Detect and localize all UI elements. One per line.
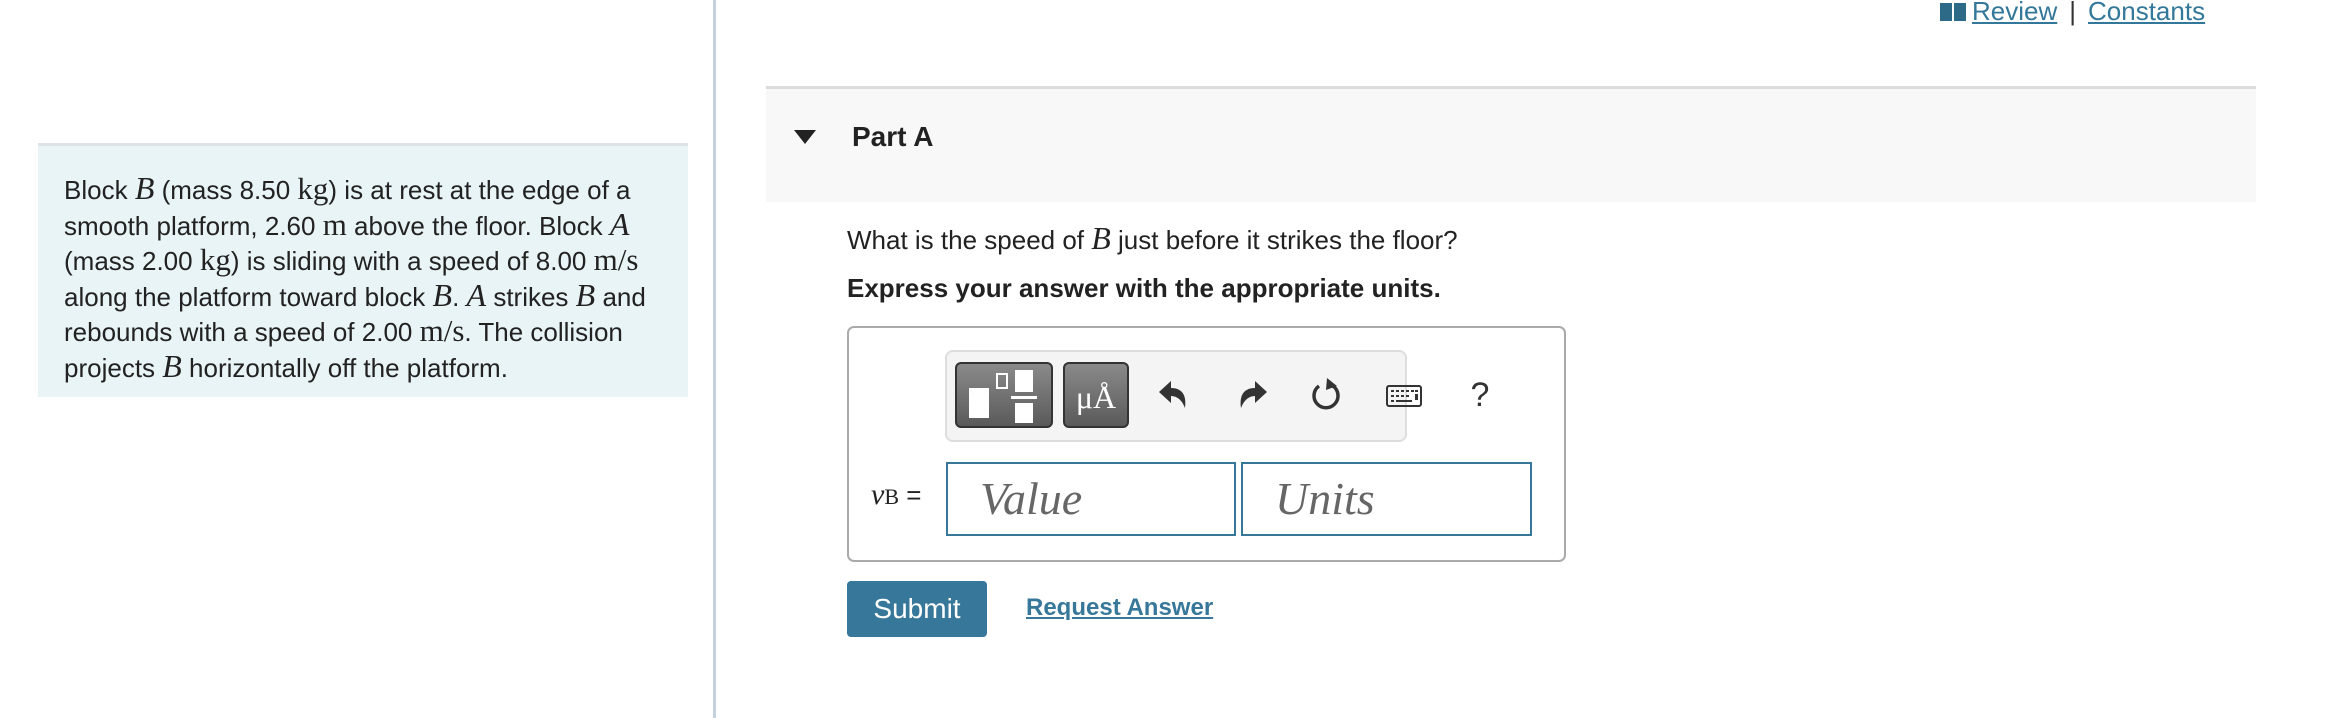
keyboard-icon[interactable] xyxy=(1385,376,1423,414)
review-label: Review xyxy=(1972,0,2058,26)
variable-subscript: B xyxy=(884,484,900,509)
review-link[interactable]: Review xyxy=(1940,0,2057,26)
collapse-caret-icon[interactable] xyxy=(794,130,816,144)
answer-box: μÅ ? vB = Value Units xyxy=(847,326,1566,562)
submit-button[interactable]: Submit xyxy=(847,581,987,637)
question-after: just before it strikes the floor? xyxy=(1110,225,1458,255)
question-before: What is the speed of xyxy=(847,225,1092,255)
value-input[interactable]: Value xyxy=(946,462,1236,536)
unit-symbol: m/s xyxy=(419,313,465,348)
templates-button[interactable] xyxy=(955,362,1053,428)
problem-text: . xyxy=(452,281,467,312)
unit-symbol: m/s xyxy=(593,242,639,277)
math-variable: B xyxy=(432,276,453,313)
templates-icon xyxy=(969,370,1037,423)
unit-symbol: m xyxy=(322,206,347,242)
units-button[interactable]: μÅ xyxy=(1063,362,1129,428)
problem-text: (mass 8.50 xyxy=(154,175,298,205)
request-answer-link[interactable]: Request Answer xyxy=(1026,594,1213,622)
unit-symbol: kg xyxy=(199,242,231,277)
math-toolbar: μÅ ? xyxy=(945,350,1489,442)
math-variable: B xyxy=(134,170,155,206)
book-icon xyxy=(1940,3,1966,21)
units-input[interactable]: Units xyxy=(1241,462,1532,536)
help-button[interactable]: ? xyxy=(1465,376,1495,414)
panel-divider xyxy=(713,0,716,718)
part-a-header[interactable]: Part A xyxy=(766,86,2256,202)
math-variable: A xyxy=(466,276,487,313)
unit-symbol: kg xyxy=(297,171,329,206)
math-variable: B xyxy=(575,276,596,313)
answer-instruction: Express your answer with the appropriate… xyxy=(847,273,1441,303)
math-variable: A xyxy=(609,205,630,242)
variable-symbol: v xyxy=(871,478,885,511)
problem-statement: Block B (mass 8.50 kg) is at rest at the… xyxy=(38,143,688,397)
resource-links: Review | Constants xyxy=(1940,0,2205,27)
problem-text: along the platform toward block xyxy=(64,281,433,312)
problem-text: Block xyxy=(64,175,135,205)
part-title: Part A xyxy=(852,121,934,152)
problem-text: strikes xyxy=(486,281,576,312)
problem-text: ) is sliding with a speed of 8.00 xyxy=(230,246,594,276)
link-separator: | xyxy=(2069,0,2077,26)
question-variable: B xyxy=(1091,220,1111,256)
math-variable: B xyxy=(162,347,182,384)
equals-sign: = xyxy=(906,480,922,510)
reset-icon[interactable] xyxy=(1307,376,1345,414)
constants-link[interactable]: Constants xyxy=(2088,0,2205,26)
question-text: What is the speed of B just before it st… xyxy=(847,220,1458,257)
problem-text: (mass 2.00 xyxy=(64,246,200,276)
undo-icon[interactable] xyxy=(1155,376,1193,414)
variable-label: vB = xyxy=(871,478,921,512)
problem-text: horizontally off the platform. xyxy=(181,352,508,383)
redo-icon[interactable] xyxy=(1233,376,1271,414)
problem-text: above the floor. Block xyxy=(346,210,610,241)
